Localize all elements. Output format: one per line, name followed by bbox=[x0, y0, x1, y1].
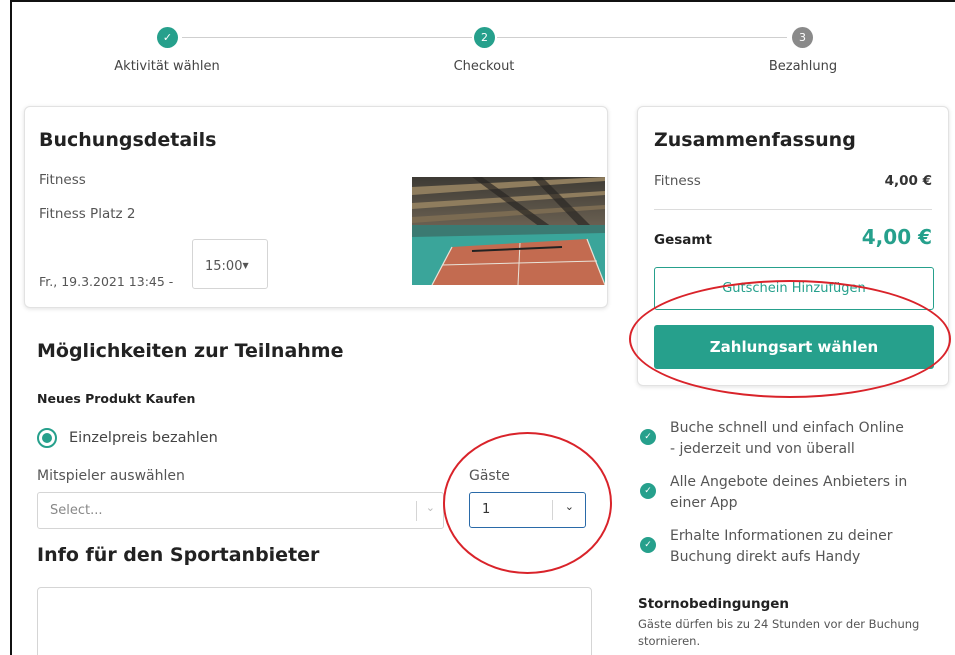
cancellation-text: Gäste dürfen bis zu 24 Stunden vor der B… bbox=[638, 617, 920, 648]
perk-line: Buchung direkt aufs Handy bbox=[670, 549, 861, 565]
perk-line: - jederzeit und von überall bbox=[670, 441, 855, 457]
caret-down-icon: ▼ bbox=[242, 261, 249, 270]
end-time-value: 15:00 bbox=[205, 259, 243, 274]
perk-item: ✓ Erhalte Informationen zu deiner Buchung… bbox=[640, 526, 893, 568]
perk-item: ✓ Buche schnell und einfach Online - jede… bbox=[640, 418, 904, 460]
step-2-marker: 2 bbox=[474, 27, 495, 48]
single-price-label: Einzelpreis bezahlen bbox=[69, 430, 218, 446]
players-placeholder: Select... bbox=[50, 503, 103, 518]
select-separator bbox=[416, 501, 417, 521]
cancellation-title: Stornobedingungen bbox=[638, 596, 790, 612]
chevron-down-icon[interactable]: ⌄ bbox=[426, 501, 435, 514]
summary-title: Zusammenfassung bbox=[654, 129, 856, 151]
radio-selected-icon[interactable] bbox=[37, 428, 57, 448]
perk-line: einer App bbox=[670, 495, 738, 511]
tennis-court-image bbox=[412, 177, 605, 285]
perk-line: Erhalte Informationen zu deiner bbox=[670, 528, 893, 544]
step-2-label: Checkout bbox=[453, 59, 515, 74]
summary-item-price: 4,00 € bbox=[884, 173, 932, 189]
info-textarea[interactable] bbox=[37, 587, 592, 655]
check-circle-icon: ✓ bbox=[640, 429, 656, 445]
summary-total-row: Gesamt 4,00 € bbox=[654, 225, 932, 249]
booking-details-card: Buchungsdetails Fitness Fitness Platz 2 … bbox=[24, 106, 608, 308]
info-title: Info für den Sportanbieter bbox=[37, 544, 320, 566]
check-circle-icon: ✓ bbox=[640, 483, 656, 499]
participation-title: Möglichkeiten zur Teilnahme bbox=[37, 340, 344, 362]
summary-item-label: Fitness bbox=[654, 173, 701, 189]
summary-divider bbox=[654, 209, 932, 210]
participation-subtitle: Neues Produkt Kaufen bbox=[37, 391, 196, 406]
checkout-stepper: ✓ Aktivität wählen 2 Checkout 3 Bezahlun… bbox=[12, 2, 955, 92]
page-frame: ✓ Aktivität wählen 2 Checkout 3 Bezahlun… bbox=[10, 0, 955, 655]
add-voucher-button[interactable]: Gutschein Hinzufügen bbox=[654, 267, 934, 310]
booking-datetime: Fr., 19.3.2021 13:45 - bbox=[39, 274, 174, 289]
players-select[interactable]: Select... ⌄ bbox=[37, 492, 444, 529]
summary-item-row: Fitness 4,00 € bbox=[654, 173, 932, 189]
stepper-line bbox=[497, 37, 787, 38]
step-3-marker: 3 bbox=[792, 27, 813, 48]
step-1-check-icon[interactable]: ✓ bbox=[157, 27, 178, 48]
stepper-line bbox=[182, 37, 472, 38]
perk-line: Alle Angebote deines Anbieters in bbox=[670, 474, 908, 490]
select-separator bbox=[552, 500, 553, 520]
summary-card: Zusammenfassung Fitness 4,00 € Gesamt 4,… bbox=[637, 106, 949, 386]
guests-select[interactable]: 1 ⌄ bbox=[469, 492, 586, 528]
summary-total-label: Gesamt bbox=[654, 232, 712, 248]
perk-line: Buche schnell und einfach Online bbox=[670, 420, 904, 436]
end-time-select[interactable]: 15:00▼ bbox=[192, 239, 268, 289]
players-label: Mitspieler auswählen bbox=[37, 468, 185, 484]
choose-payment-button[interactable]: Zahlungsart wählen bbox=[654, 325, 934, 369]
chevron-down-icon[interactable]: ⌄ bbox=[565, 500, 574, 513]
step-1-label[interactable]: Aktivität wählen bbox=[114, 59, 219, 74]
booking-location: Fitness Platz 2 bbox=[39, 206, 136, 222]
guests-label: Gäste bbox=[469, 468, 510, 484]
perk-item: ✓ Alle Angebote deines Anbieters in einer… bbox=[640, 472, 907, 514]
summary-total-price: 4,00 € bbox=[861, 225, 932, 249]
guests-value: 1 bbox=[482, 502, 491, 517]
booking-details-title: Buchungsdetails bbox=[39, 129, 217, 151]
step-3-label: Bezahlung bbox=[768, 59, 838, 74]
single-price-radio-option[interactable]: Einzelpreis bezahlen bbox=[37, 428, 218, 448]
booking-activity: Fitness bbox=[39, 172, 86, 188]
check-circle-icon: ✓ bbox=[640, 537, 656, 553]
